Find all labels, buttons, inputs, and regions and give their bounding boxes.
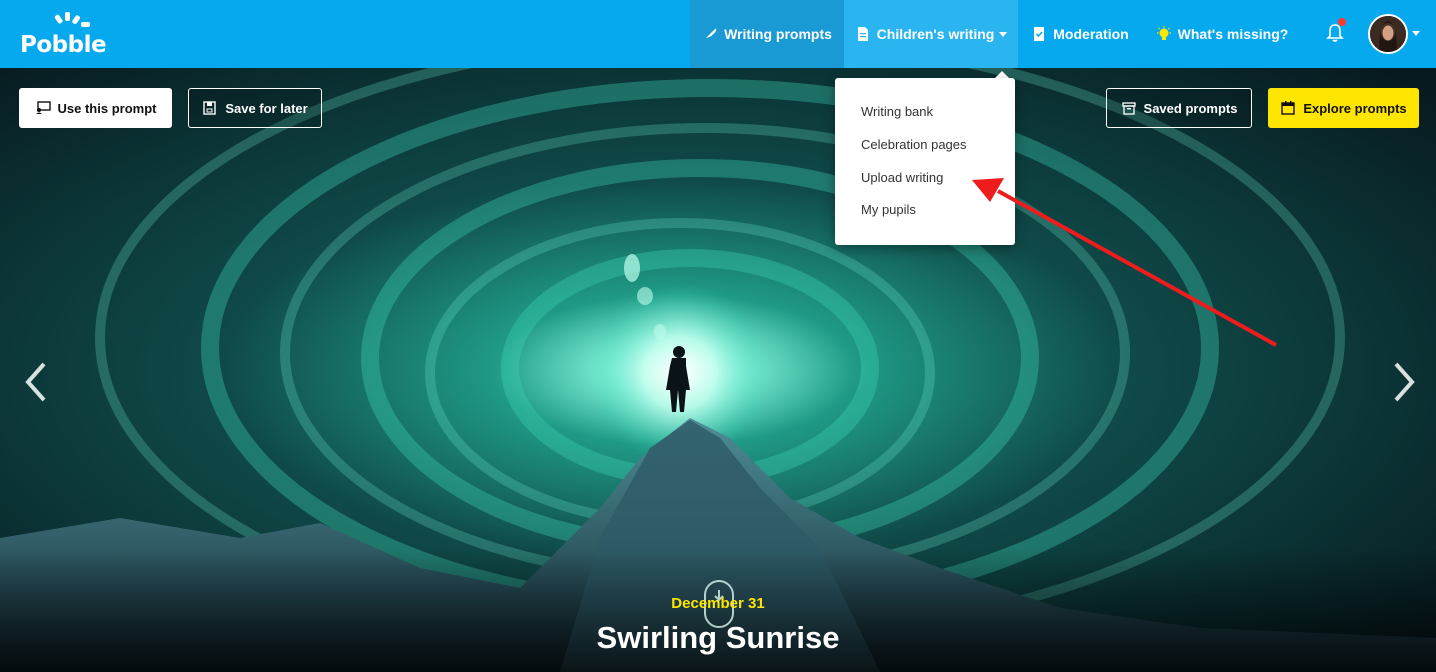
prompt-title: Swirling Sunrise xyxy=(596,620,840,655)
menu-item-celebration-pages[interactable]: Celebration pages xyxy=(861,137,967,152)
save-for-later-button[interactable]: Save for later xyxy=(188,88,322,128)
avatar[interactable] xyxy=(1368,14,1408,54)
saved-prompts-button[interactable]: Saved prompts xyxy=(1106,88,1252,128)
logo-wordmark: Pobble xyxy=(20,32,107,58)
checklist-icon xyxy=(1034,27,1045,41)
save-disk-icon xyxy=(203,101,217,115)
pobble-logo[interactable]: Pobble xyxy=(18,10,107,58)
nav-label: What's missing? xyxy=(1177,26,1289,42)
logo-rays-icon xyxy=(54,12,90,27)
button-label: Saved prompts xyxy=(1143,100,1238,116)
hero-banner xyxy=(0,68,1436,672)
avatar-chevron-down-icon[interactable] xyxy=(1412,31,1420,36)
archive-box-icon xyxy=(1121,102,1136,115)
explore-prompts-button[interactable]: Explore prompts xyxy=(1268,88,1419,128)
menu-item-upload-writing[interactable]: Upload writing xyxy=(861,170,943,185)
button-label: Use this prompt xyxy=(57,100,157,116)
nav-childrens-writing[interactable]: Children's writing xyxy=(844,0,1018,68)
prompt-date: December 31 xyxy=(671,595,765,612)
nav-moderation[interactable]: Moderation xyxy=(1018,0,1142,68)
nav-whats-missing[interactable]: What's missing? xyxy=(1142,0,1302,68)
present-icon xyxy=(35,101,51,114)
previous-arrow-icon[interactable] xyxy=(22,360,52,404)
nav-label: Children's writing xyxy=(876,26,995,42)
menu-item-my-pupils[interactable]: My pupils xyxy=(861,202,916,217)
feather-icon xyxy=(704,28,717,40)
document-icon xyxy=(857,27,868,41)
nav-label: Moderation xyxy=(1053,26,1129,42)
lightbulb-icon xyxy=(1156,26,1171,40)
top-navigation: Pobble Writing prompts Children's writin… xyxy=(0,0,1436,68)
nav-writing-prompts[interactable]: Writing prompts xyxy=(690,0,844,68)
notification-dot xyxy=(1338,18,1346,26)
use-this-prompt-button[interactable]: Use this prompt xyxy=(19,88,172,128)
button-label: Save for later xyxy=(225,100,308,116)
chevron-down-icon xyxy=(999,31,1008,37)
menu-item-writing-bank[interactable]: Writing bank xyxy=(861,104,933,119)
nav-label: Writing prompts xyxy=(724,26,832,42)
button-label: Explore prompts xyxy=(1303,100,1407,116)
calendar-icon xyxy=(1281,101,1296,115)
childrens-writing-dropdown: Writing bank Celebration pages Upload wr… xyxy=(835,78,1015,245)
next-arrow-icon[interactable] xyxy=(1388,360,1418,404)
avatar-portrait xyxy=(1370,16,1406,52)
